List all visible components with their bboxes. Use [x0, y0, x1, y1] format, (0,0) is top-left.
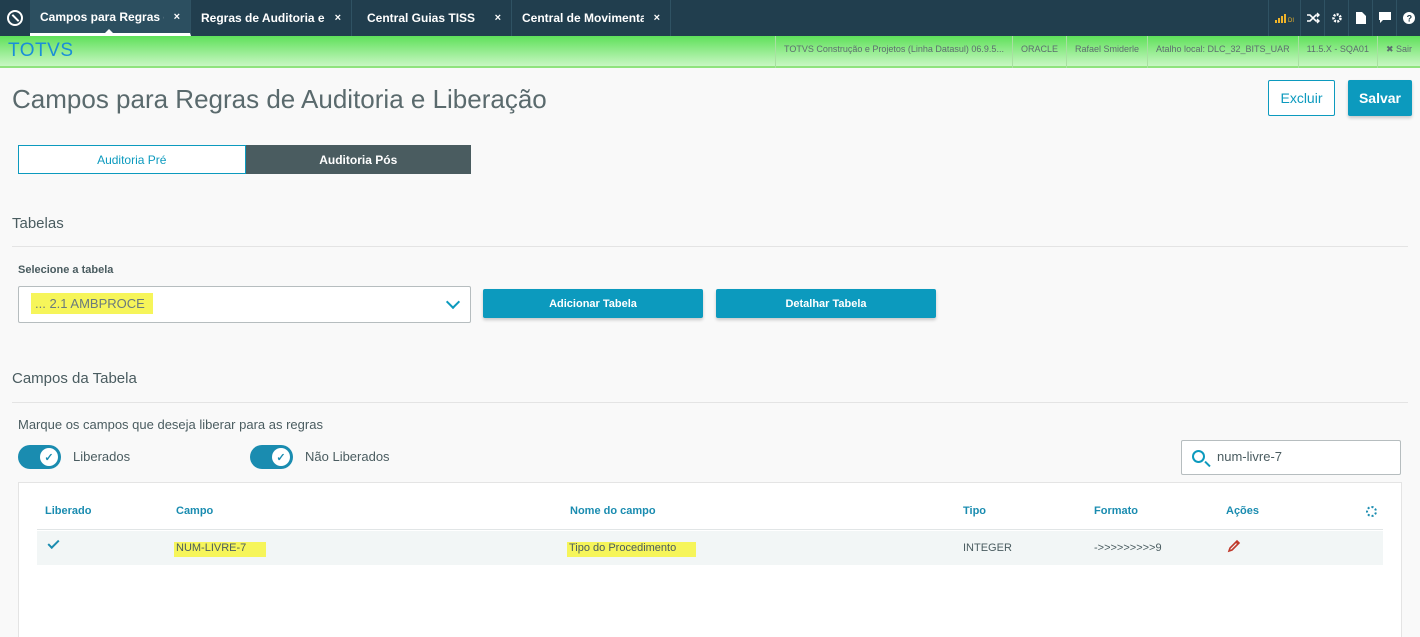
add-table-button[interactable]: Adicionar Tabela	[483, 289, 703, 318]
tab-label: Campos para Regras d	[40, 9, 164, 24]
audit-type-tabs: Auditoria Pré Auditoria Pós	[18, 145, 471, 174]
section-heading-campos: Campos da Tabela	[12, 370, 137, 387]
close-icon[interactable]: ×	[335, 12, 341, 24]
tab-regras-auditoria[interactable]: Regras de Auditoria e ×	[191, 0, 352, 36]
liberados-label: Liberados	[73, 449, 131, 464]
version-info: 11.5.X - SQA01	[1297, 36, 1377, 68]
tab-auditoria-pos[interactable]: Auditoria Pós	[245, 145, 471, 174]
exit-link[interactable]: ✖ Sair	[1376, 36, 1420, 68]
divider	[12, 246, 1408, 247]
column-header-campo[interactable]: Campo	[176, 505, 213, 517]
checkmark-icon	[47, 536, 60, 550]
user-info: Rafael Smiderle	[1065, 36, 1147, 68]
search-input[interactable]	[1217, 449, 1387, 464]
page-title: Campos para Regras de Auditoria e Libera…	[12, 84, 547, 114]
close-icon[interactable]: ×	[654, 12, 660, 24]
cell-campo: NUM-LIVRE-7	[174, 542, 267, 557]
search-icon	[1192, 450, 1205, 463]
section-heading-tabelas: Tabelas	[12, 215, 64, 232]
column-header-nome[interactable]: Nome do campo	[570, 505, 656, 517]
save-button[interactable]: Salvar	[1348, 80, 1412, 116]
column-header-tipo[interactable]: Tipo	[963, 505, 986, 517]
tab-auditoria-pre[interactable]: Auditoria Pré	[18, 145, 246, 174]
chat-icon[interactable]	[1372, 0, 1396, 36]
search-field[interactable]	[1181, 440, 1401, 475]
detail-table-button[interactable]: Detalhar Tabela	[716, 289, 936, 318]
tab-central-movimentacao[interactable]: Central de Movimenta ×	[512, 0, 671, 36]
settings-gear-icon[interactable]	[1366, 506, 1377, 517]
tab-label: Central de Movimenta	[522, 11, 644, 25]
liberados-toggle[interactable]: ✓	[18, 445, 61, 469]
help-icon[interactable]: ?	[1396, 0, 1420, 36]
cell-nome-campo: Tipo do Procedimento	[567, 542, 697, 557]
table-header: Liberado Campo Nome do campo Tipo Format…	[37, 497, 1383, 530]
table-row: NUM-LIVRE-7 Tipo do Procedimento INTEGER…	[37, 531, 1383, 565]
signal-icon[interactable]: DI	[1268, 0, 1300, 36]
column-header-liberado[interactable]: Liberado	[45, 505, 91, 517]
brand-logo: TOTVS	[8, 40, 74, 61]
column-header-formato[interactable]: Formato	[1094, 505, 1138, 517]
delete-button[interactable]: Excluir	[1268, 80, 1335, 116]
tab-central-guias[interactable]: Central Guias TISS ×	[352, 0, 512, 36]
menu-logo-icon[interactable]	[0, 0, 30, 36]
database-info: ORACLE	[1011, 36, 1066, 68]
check-icon: ✓	[272, 448, 290, 466]
context-header: TOTVS TOTVS Construção e Projetos (Linha…	[0, 36, 1420, 68]
instructions-text: Marque os campos que deseja liberar para…	[18, 417, 323, 432]
table-select[interactable]: ... 2.1 AMBPROCE	[18, 286, 471, 323]
fields-table: Liberado Campo Nome do campo Tipo Format…	[18, 482, 1402, 637]
product-info: TOTVS Construção e Projetos (Linha Datas…	[775, 36, 1012, 68]
check-icon: ✓	[40, 448, 58, 466]
close-icon[interactable]: ×	[174, 11, 180, 23]
divider	[12, 402, 1408, 403]
shuffle-icon[interactable]	[1300, 0, 1324, 36]
svg-text:DI: DI	[1288, 18, 1294, 23]
chevron-down-icon	[445, 294, 461, 310]
shortcut-info: Atalho local: DLC_32_BITS_UAR	[1147, 36, 1298, 68]
document-icon[interactable]	[1348, 0, 1372, 36]
tab-campos-regras[interactable]: Campos para Regras d ×	[30, 0, 191, 36]
tab-label: Central Guias TISS	[367, 11, 476, 25]
column-header-acoes: Ações	[1226, 505, 1260, 517]
nao-liberados-toggle[interactable]: ✓	[250, 445, 293, 469]
edit-pencil-icon[interactable]	[1227, 539, 1241, 553]
close-icon[interactable]: ×	[495, 12, 501, 24]
top-tab-bar: Campos para Regras d × Regras de Auditor…	[0, 0, 1420, 36]
tab-label: Regras de Auditoria e	[201, 11, 325, 25]
cell-tipo: INTEGER	[963, 542, 1012, 554]
nao-liberados-label: Não Liberados	[305, 449, 390, 464]
select-value: ... 2.1 AMBPROCE	[31, 293, 153, 314]
gear-icon[interactable]	[1324, 0, 1348, 36]
cell-formato: ->>>>>>>>>9	[1094, 542, 1162, 554]
select-label: Selecione a tabela	[18, 264, 114, 276]
svg-text:?: ?	[1406, 14, 1412, 24]
